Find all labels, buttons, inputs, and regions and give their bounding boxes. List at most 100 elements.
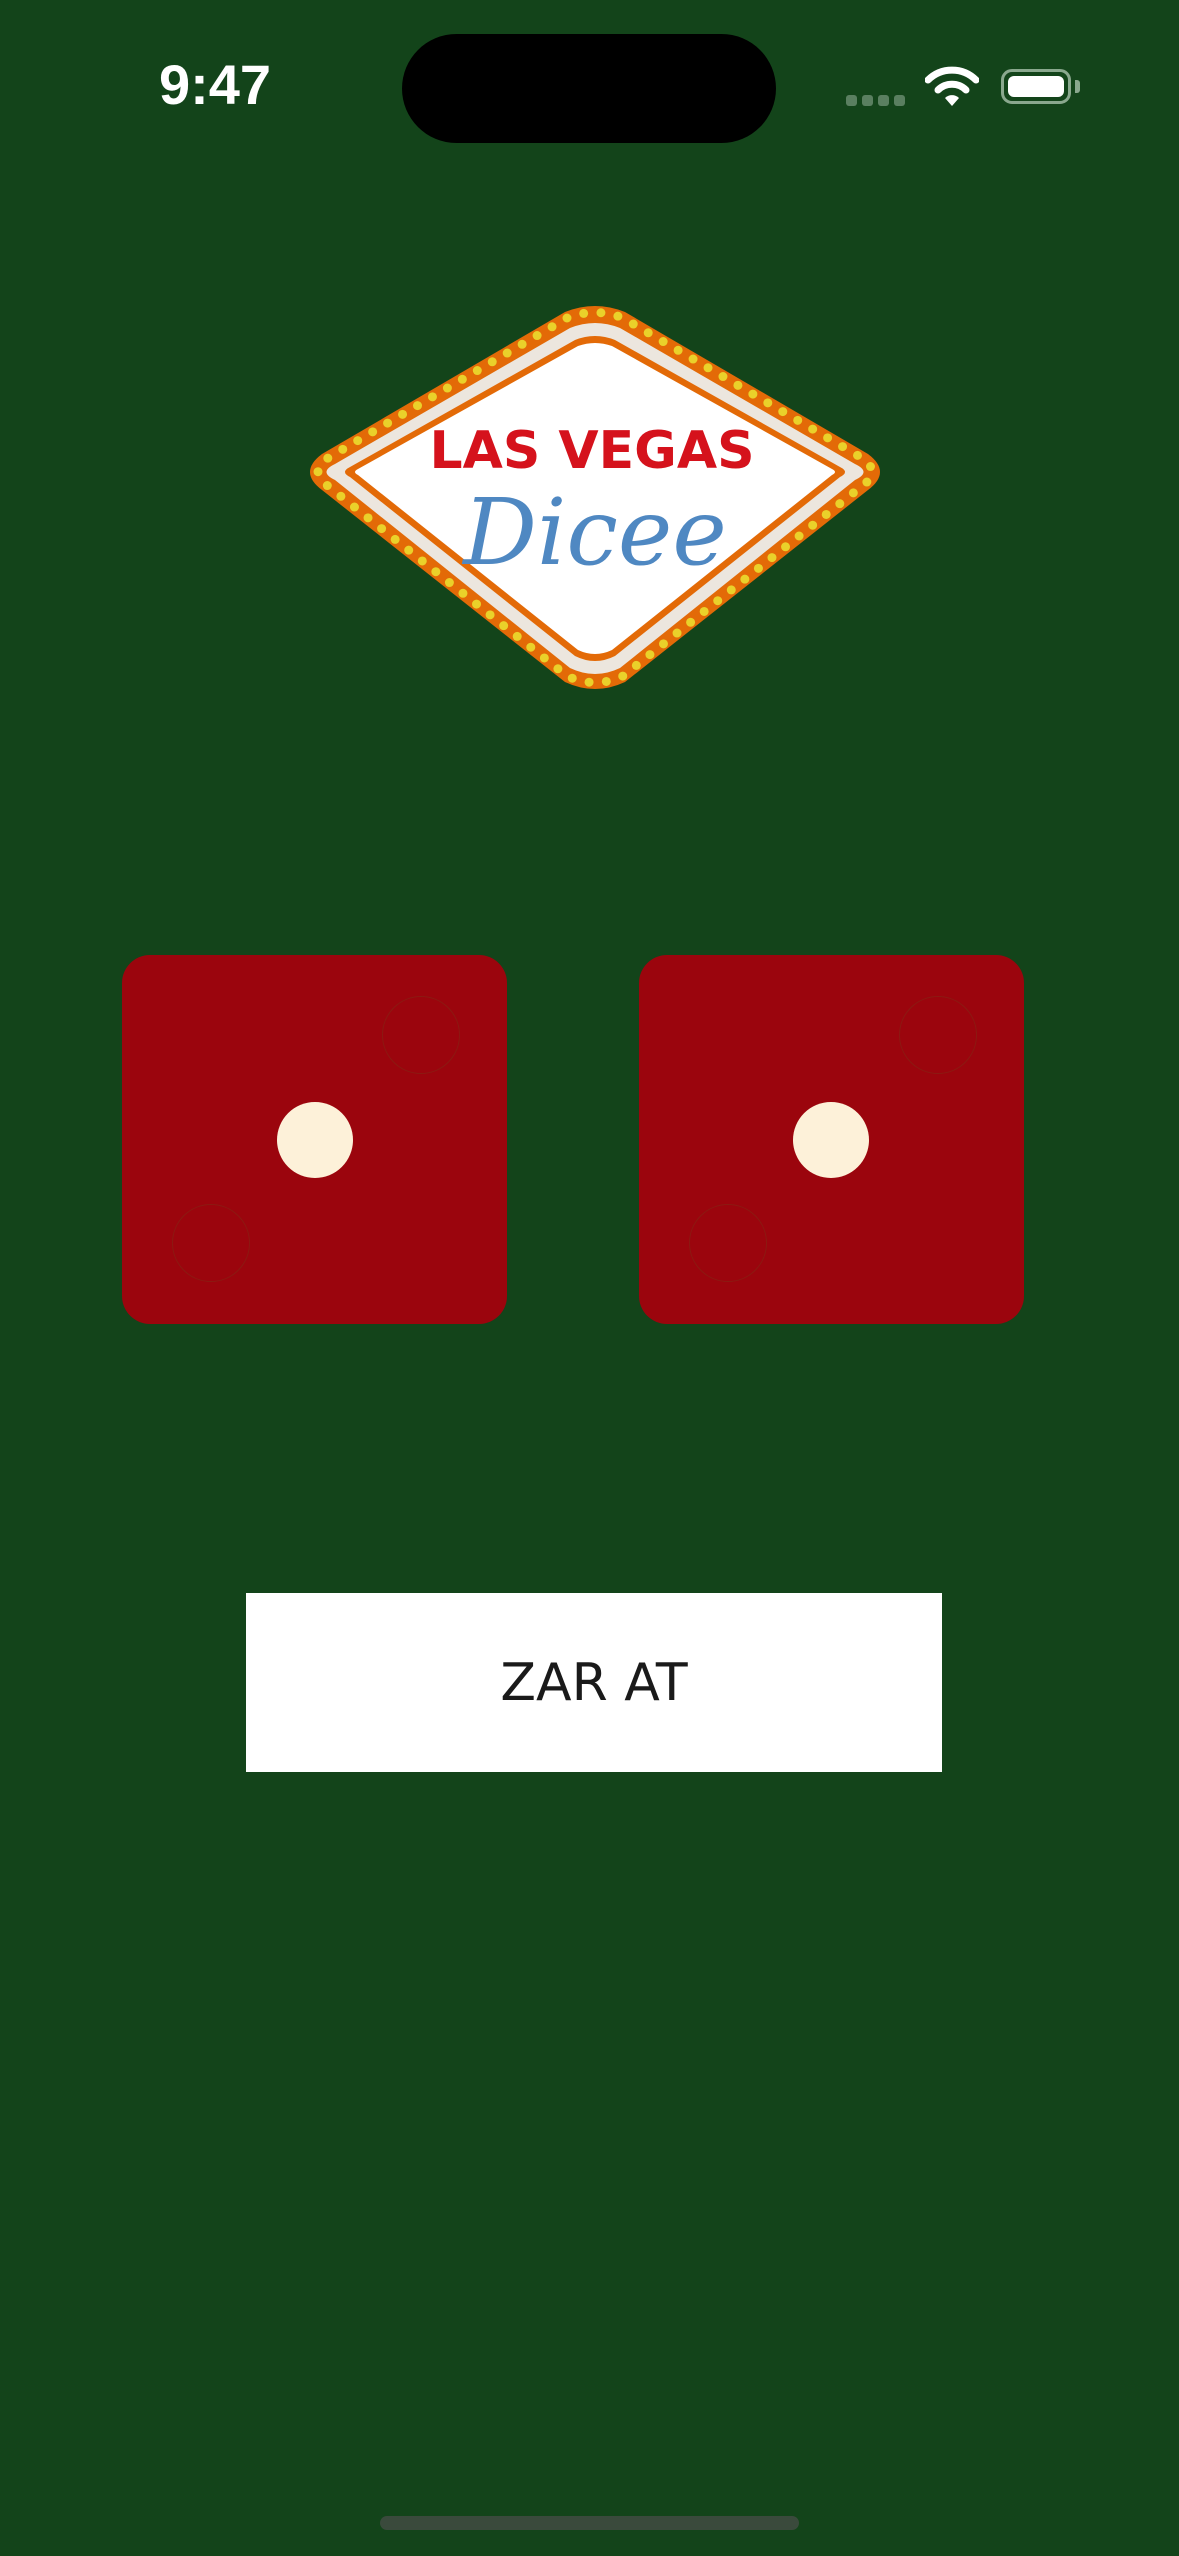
sign-bulb (553, 664, 563, 674)
sign-bulb (390, 534, 400, 544)
wifi-icon (925, 66, 979, 106)
sign-bulb (726, 585, 736, 595)
die-pip (277, 1102, 353, 1178)
roll-dice-button[interactable]: ZAR AT (246, 1593, 942, 1772)
sign-bulb (444, 578, 454, 588)
sign-bulb (848, 488, 858, 498)
sign-bulb (579, 308, 589, 318)
sign-bulb (753, 563, 763, 573)
sign-bulb (748, 389, 758, 399)
sign-bulb (383, 418, 393, 428)
die-faded-pip (382, 996, 460, 1074)
sign-bulb (458, 588, 468, 598)
sign-bulb (499, 621, 509, 631)
sign-bulb (398, 409, 408, 419)
sign-bulb (808, 424, 818, 434)
sign-bulb (323, 453, 333, 463)
sign-bulb (767, 553, 777, 563)
sign-bulb (778, 407, 788, 417)
sign-bulb (562, 313, 572, 323)
sign-bulb (547, 322, 557, 332)
sign-bulb (313, 467, 323, 477)
sign-bulb (539, 653, 549, 663)
sign-bulb (618, 671, 628, 681)
sign-bulb (688, 354, 698, 364)
sign-bulb (658, 639, 668, 649)
logo-las-vegas-text: LAS VEGAS (429, 421, 754, 481)
sign-bulb (512, 631, 522, 641)
sign-bulb (472, 599, 482, 609)
sign-bulb (733, 380, 743, 390)
sign-bulb (322, 481, 332, 491)
sign-bulb (713, 596, 723, 606)
sign-bulb (431, 567, 441, 577)
cellular-signal-icon (894, 95, 905, 106)
sign-bulb (404, 545, 414, 555)
sign-bulb (532, 331, 542, 341)
sign-bulb (613, 311, 623, 321)
las-vegas-dicee-logo: LAS VEGAS Dicee (310, 306, 880, 689)
left-die (122, 955, 507, 1324)
sign-bulb (567, 673, 577, 683)
sign-bulb (596, 308, 606, 318)
sign-bulb (631, 660, 641, 670)
sign-bulb (862, 477, 872, 487)
sign-bulb (472, 366, 482, 376)
sign-bulb (686, 617, 696, 627)
sign-bulb (821, 509, 831, 519)
sign-bulb (336, 491, 346, 501)
sign-bulb (517, 339, 527, 349)
sign-bulb (763, 398, 773, 408)
sign-bulb (740, 574, 750, 584)
sign-bulb (794, 531, 804, 541)
sign-bulb (823, 433, 833, 443)
sign-bulb (699, 606, 709, 616)
sign-bulb (487, 357, 497, 367)
right-die (639, 955, 1024, 1324)
die-pip (793, 1102, 869, 1178)
sign-bulb (363, 513, 373, 523)
sign-bulb (781, 542, 791, 552)
status-time: 9:47 (158, 53, 272, 116)
sign-bulb (457, 374, 467, 384)
sign-bulb (485, 610, 495, 620)
sign-bulb (835, 499, 845, 509)
sign-bulb (673, 345, 683, 355)
sign-bulb (628, 319, 638, 329)
logo-dicee-text: Dicee (461, 479, 727, 586)
die-faded-pip (172, 1204, 250, 1282)
sign-bulb (349, 502, 359, 512)
sign-bulb (793, 415, 803, 425)
sign-bulb (601, 676, 611, 686)
sign-bulb (502, 348, 512, 358)
sign-bulb (808, 520, 818, 530)
sign-bulb (718, 372, 728, 382)
sign-bulb (427, 392, 437, 402)
cellular-signal-icon (862, 95, 873, 106)
sign-bulb (353, 436, 363, 446)
cellular-signal-icon (878, 95, 889, 106)
battery-icon (1001, 69, 1071, 104)
sign-bulb (338, 444, 348, 454)
sign-bulb (865, 462, 875, 472)
sign-bulb (417, 556, 427, 566)
sign-bulb (703, 363, 713, 373)
sign-bulb (658, 337, 668, 347)
sign-bulb (643, 328, 653, 338)
die-faded-pip (899, 996, 977, 1074)
die-faded-pip (689, 1204, 767, 1282)
cellular-signal-icon (846, 95, 857, 106)
sign-bulb (377, 524, 387, 534)
home-indicator[interactable] (380, 2516, 799, 2530)
sign-bulb (838, 442, 848, 452)
sign-bulb (584, 677, 594, 687)
sign-bulb (413, 401, 423, 411)
sign-bulb (645, 650, 655, 660)
sign-bulb (526, 642, 536, 652)
battery-tip (1075, 80, 1080, 93)
sign-bulb (442, 383, 452, 393)
sign-bulb (853, 450, 863, 460)
sign-bulb (368, 427, 378, 437)
dynamic-island (402, 34, 776, 143)
sign-bulb (672, 628, 682, 638)
